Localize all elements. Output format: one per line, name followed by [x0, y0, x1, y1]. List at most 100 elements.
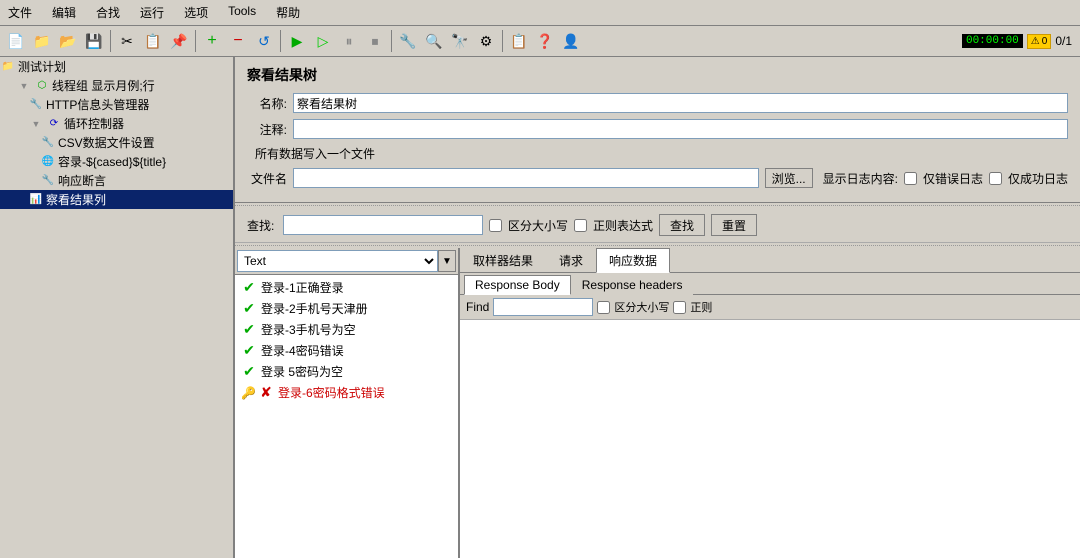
menu-edit[interactable]: 编辑 [48, 2, 80, 23]
tree-label: 容录-${cased}${title} [58, 153, 166, 170]
sub-tab-headers[interactable]: Response headers [571, 275, 694, 295]
tab-sampler[interactable]: 取样器结果 [460, 248, 546, 273]
write-label: 所有数据写入一个文件 [255, 145, 375, 162]
name-row: 名称: [247, 93, 1068, 113]
toolbar-save[interactable]: 💾 [82, 29, 106, 53]
separator2 [235, 245, 1080, 246]
menu-options[interactable]: 选项 [180, 2, 212, 23]
toolbar-remove[interactable]: − [226, 29, 250, 53]
folder-icon: 📁 [0, 59, 16, 75]
tree-label: CSV数据文件设置 [58, 134, 155, 151]
result-item[interactable]: ✔ 登录-1正确登录 [235, 277, 458, 298]
menu-run[interactable]: 运行 [136, 2, 168, 23]
response-body [460, 320, 1080, 558]
tree-item-view-results[interactable]: 📊 察看结果列 [0, 190, 233, 209]
tree-label: 察看结果列 [46, 191, 106, 208]
regex-checkbox[interactable] [574, 219, 587, 232]
toolbar-help[interactable]: ❓ [533, 29, 557, 53]
reset-button[interactable]: 重置 [711, 214, 757, 236]
sampler-icon: 🌐 [40, 154, 56, 170]
toolbar-run-step[interactable]: ▷ [311, 29, 335, 53]
find-input[interactable] [493, 298, 593, 316]
toolbar-list[interactable]: 📋 [507, 29, 531, 53]
results-arrow[interactable]: ▼ [438, 250, 456, 272]
menu-file[interactable]: 文件 [4, 2, 36, 23]
menu-bar: 文件 编辑 合找 运行 选项 Tools 帮助 [0, 0, 1080, 26]
tree-item-assertion[interactable]: 🔧 响应断言 [0, 171, 233, 190]
toolbar-reset[interactable]: ↺ [252, 29, 276, 53]
result-item[interactable]: ✔ 登录-2手机号天津册 [235, 298, 458, 319]
assertion-icon: 🔧 [40, 173, 56, 189]
toolbar-sep5 [502, 30, 503, 52]
toolbar-settings[interactable]: ⚙ [474, 29, 498, 53]
menu-help[interactable]: 帮助 [272, 2, 304, 23]
check-icon: ✔ [241, 301, 257, 317]
toolbar-paste[interactable]: 📌 [167, 29, 191, 53]
toolbar-open2[interactable]: 📁 [30, 29, 54, 53]
find-regex-label: 正则 [690, 299, 712, 315]
find-case-label: 区分大小写 [614, 299, 669, 315]
result-item[interactable]: ✔ 登录-3手机号为空 [235, 319, 458, 340]
check-icon: ✔ [241, 322, 257, 338]
toolbar-time-area: 00:00:00 ⚠ 0 0/1 [958, 32, 1076, 51]
results-dropdown[interactable]: Text [237, 250, 438, 272]
toolbar: 📄 📁 📂 💾 ✂ 📋 📌 + − ↺ ▶ ▷ ⏸ ⏹ 🔧 🔍 🔭 ⚙ 📋 ❓ … [0, 26, 1080, 57]
results-header: Text ▼ [235, 248, 458, 275]
loop-icon: ⟳ [46, 116, 62, 132]
browse-button[interactable]: 浏览... [765, 168, 813, 188]
file-label: 文件名 [247, 170, 287, 187]
result-label: 登录-3手机号为空 [261, 321, 356, 338]
name-input[interactable] [293, 93, 1068, 113]
main-layout: 📁 测试计划 ▼ ⬡ 线程组 显示月例;行 🔧 HTTP信息头管理器 ▼ ⟳ 循… [0, 57, 1080, 558]
tab-response[interactable]: 响应数据 [596, 248, 670, 273]
result-item-fail[interactable]: 🔑 ✘ 登录-6密码格式错误 [235, 382, 458, 403]
tree-label: HTTP信息头管理器 [46, 96, 149, 113]
key-icon: 🔑 [241, 386, 256, 400]
tree-item-http-header[interactable]: 🔧 HTTP信息头管理器 [0, 95, 233, 114]
result-label: 登录 5密码为空 [261, 363, 343, 380]
tree-item-test-plan[interactable]: 📁 测试计划 [0, 57, 233, 76]
toolbar-user[interactable]: 👤 [559, 29, 583, 53]
tree-item-thread-group[interactable]: ▼ ⬡ 线程组 显示月例;行 [0, 76, 233, 95]
comment-input[interactable] [293, 119, 1068, 139]
toolbar-stop[interactable]: ⏹ [363, 29, 387, 53]
search-input[interactable] [283, 215, 483, 235]
toolbar-run[interactable]: ▶ [285, 29, 309, 53]
tree-item-csv[interactable]: 🔧 CSV数据文件设置 [0, 133, 233, 152]
find-regex-checkbox[interactable] [673, 301, 686, 314]
error-log-checkbox[interactable] [904, 172, 917, 185]
find-bar: Find 区分大小写 正则 [460, 295, 1080, 320]
toolbar-binoculars[interactable]: 🔭 [448, 29, 472, 53]
result-item[interactable]: ✔ 登录 5密码为空 [235, 361, 458, 382]
sub-tab-body[interactable]: Response Body [464, 275, 571, 295]
case-checkbox[interactable] [489, 219, 502, 232]
toolbar-record[interactable]: 🔍 [422, 29, 446, 53]
success-log-checkbox[interactable] [989, 172, 1002, 185]
tree-item-loop-controller[interactable]: ▼ ⟳ 循环控制器 [0, 114, 233, 133]
total-count: 0/1 [1055, 34, 1072, 48]
toolbar-pause[interactable]: ⏸ [337, 29, 361, 53]
check-icon: ✔ [241, 364, 257, 380]
file-input[interactable] [293, 168, 759, 188]
csv-icon: 🔧 [40, 135, 56, 151]
tree-item-login-sampler[interactable]: 🌐 容录-${cased}${title} [0, 152, 233, 171]
menu-find[interactable]: 合找 [92, 2, 124, 23]
toolbar-add[interactable]: + [200, 29, 224, 53]
tab-request[interactable]: 请求 [546, 248, 596, 273]
menu-tools[interactable]: Tools [224, 2, 260, 23]
toolbar-copy[interactable]: 📋 [141, 29, 165, 53]
right-panel: 察看结果树 名称: 注释: 所有数据写入一个文件 文件名 浏览... 显示日志内… [235, 57, 1080, 558]
result-item[interactable]: ✔ 登录-4密码错误 [235, 340, 458, 361]
toolbar-scissors[interactable]: 🔧 [396, 29, 420, 53]
view-icon: 📊 [28, 192, 44, 208]
time-display: 00:00:00 [962, 34, 1023, 48]
toolbar-cut[interactable]: ✂ [115, 29, 139, 53]
expand-icon: ▼ [16, 78, 32, 94]
tabs-panel: 取样器结果 请求 响应数据 Response Body Response hea… [460, 248, 1080, 558]
toolbar-open[interactable]: 📂 [56, 29, 80, 53]
find-case-checkbox[interactable] [597, 301, 610, 314]
toolbar-new[interactable]: 📄 [4, 29, 28, 53]
find-button[interactable]: 查找 [659, 214, 705, 236]
tree-label: 线程组 显示月例;行 [52, 77, 155, 94]
results-panel: Text ▼ ✔ 登录-1正确登录 ✔ 登录-2手机号天津册 ✔ [235, 248, 460, 558]
